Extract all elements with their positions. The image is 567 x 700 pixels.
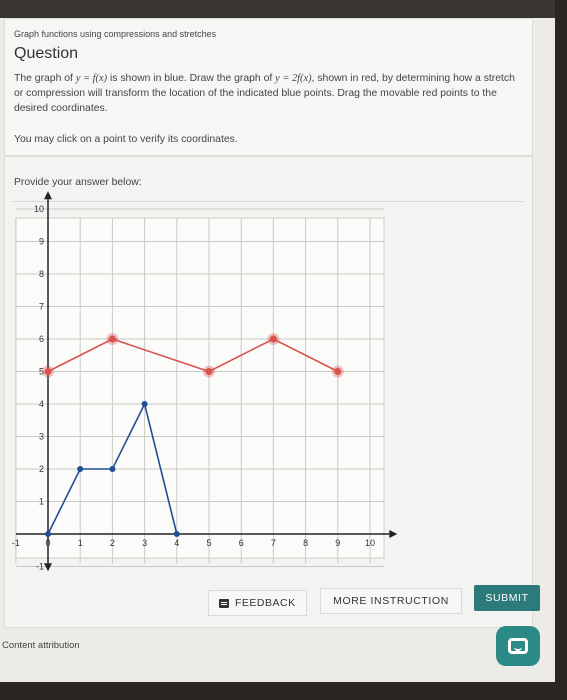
blue-point[interactable] [45,531,51,537]
chat-button[interactable] [496,626,540,666]
page: Graph functions using compressions and s… [0,0,555,700]
red-movable-point[interactable] [334,368,342,375]
x-tick-label: 7 [271,538,276,548]
red-movable-point[interactable] [269,335,277,343]
y-tick-label: 2 [39,464,44,474]
g-expression: y = 2f(x) [275,73,312,84]
y-tick-label: 6 [39,334,44,344]
y-tick-label: 8 [39,269,44,279]
top-bar [0,0,555,18]
feedback-label: FEEDBACK [235,597,296,609]
question-text-before: The graph of [14,73,76,84]
y-tick-label: 7 [39,302,44,312]
question-text: The graph of y = f(x) is shown in blue. … [14,71,522,116]
bottom-strip [0,682,567,700]
feedback-button[interactable]: FEEDBACK [208,590,307,616]
question-text-mid: is shown in blue. Draw the graph of [107,73,276,84]
blue-point[interactable] [77,466,84,472]
red-movable-point[interactable] [44,368,52,375]
blue-point[interactable] [173,531,180,537]
graph-canvas[interactable]: -1 0 1 2 3 4 5 6 7 8 9 1010987654321-1 [0,156,400,576]
x-tick-label: 4 [174,538,179,548]
red-movable-point[interactable] [108,335,116,343]
x-tick-label: 8 [303,538,308,548]
feedback-icon [219,598,229,608]
y-tick-label: 3 [39,432,44,442]
submit-button[interactable]: SUBMIT [474,585,540,611]
x-axis-arrow [389,530,398,538]
x-tick-label: 1 [78,538,83,548]
question-card: Graph functions using compressions and s… [4,18,533,156]
x-tick-label: 0 [45,538,50,548]
blue-point[interactable] [141,401,148,407]
x-tick-label: 10 [365,538,375,548]
y-tick-label: 4 [39,399,44,409]
x-tick-label: 5 [206,538,211,548]
y-axis-arrow-down [44,563,52,572]
y-tick-label: -1 [36,562,44,572]
y-tick-label: 1 [39,497,44,507]
red-movable-point[interactable] [205,368,213,375]
x-tick-label: 3 [142,538,147,548]
x-tick-label: -1 [12,538,20,548]
x-tick-label: 2 [110,538,115,548]
f-expression: y = f(x) [75,73,108,84]
y-tick-label: 10 [34,204,44,214]
y-tick-label: 9 [39,237,44,247]
breadcrumb: Graph functions using compressions and s… [14,29,217,39]
page-title: Question [14,45,79,62]
y-axis-arrow-up [44,191,52,200]
plot-background [15,217,385,559]
x-tick-label: 9 [335,538,340,548]
chat-icon [508,638,528,654]
content-attribution-link[interactable]: Content attribution [2,640,80,651]
more-instruction-button[interactable]: MORE INSTRUCTION [320,588,462,614]
x-tick-label: 6 [239,538,244,548]
hint-text: You may click on a point to verify its c… [14,134,238,145]
blue-point[interactable] [109,466,116,472]
